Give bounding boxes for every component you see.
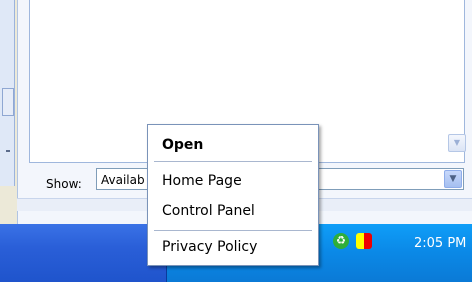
green-recycle-icon[interactable]: ♻ — [333, 233, 349, 249]
show-combobox-value: Availab — [101, 173, 145, 187]
left-window-tab[interactable] — [2, 88, 14, 116]
menu-separator — [154, 161, 312, 162]
scroll-down-icon[interactable]: ▼ — [448, 134, 466, 152]
show-label: Show: — [46, 177, 82, 191]
context-menu: Open Home Page Control Panel Privacy Pol… — [147, 124, 319, 266]
left-window-marker — [6, 150, 10, 152]
menu-item-open[interactable]: Open — [162, 137, 203, 153]
menu-item-control-panel[interactable]: Control Panel — [162, 203, 255, 219]
left-window-edge — [0, 0, 15, 186]
multicolor-windows-icon[interactable] — [356, 233, 372, 249]
menu-item-privacy-policy[interactable]: Privacy Policy — [162, 239, 257, 255]
chevron-down-icon[interactable]: ▼ — [444, 170, 462, 188]
menu-item-home-page[interactable]: Home Page — [162, 173, 242, 189]
clock[interactable]: 2:05 PM — [414, 236, 466, 251]
menu-separator — [154, 230, 312, 231]
